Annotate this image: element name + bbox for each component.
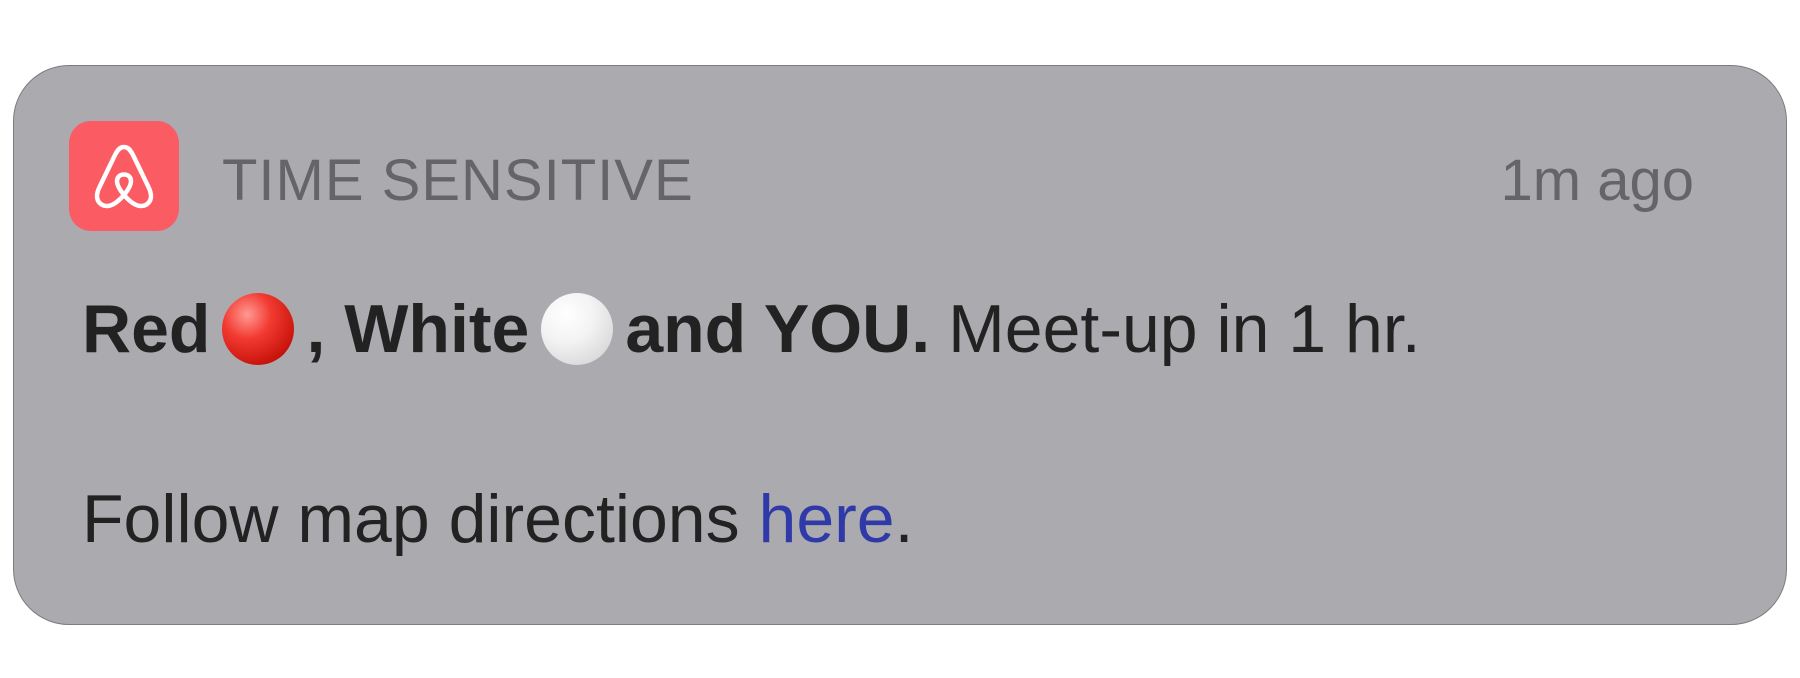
- title-meetup-text: Meet-up in 1 hr.: [948, 291, 1421, 367]
- notification-timestamp: 1m ago: [1500, 148, 1694, 213]
- title-red-text: Red: [82, 291, 211, 367]
- title-white-text: , White: [306, 291, 530, 367]
- notification-title: Red , White and YOU. Meet-up in 1 hr.: [82, 284, 1421, 374]
- map-directions-link[interactable]: here: [759, 481, 895, 557]
- title-and-you-text: and YOU.: [625, 291, 931, 367]
- airbnb-logo-glyph: [94, 144, 154, 209]
- notification-card[interactable]: TIME SENSITIVE 1m ago Red , White and YO…: [13, 65, 1787, 625]
- follow-text: Follow map directions: [82, 481, 740, 557]
- airbnb-logo-icon: [69, 121, 179, 231]
- red-circle-icon: [222, 293, 295, 365]
- notification-body: Follow map directions here.: [82, 474, 914, 564]
- white-circle-icon: [541, 293, 614, 365]
- follow-suffix: .: [894, 481, 914, 557]
- time-sensitive-label: TIME SENSITIVE: [222, 148, 694, 213]
